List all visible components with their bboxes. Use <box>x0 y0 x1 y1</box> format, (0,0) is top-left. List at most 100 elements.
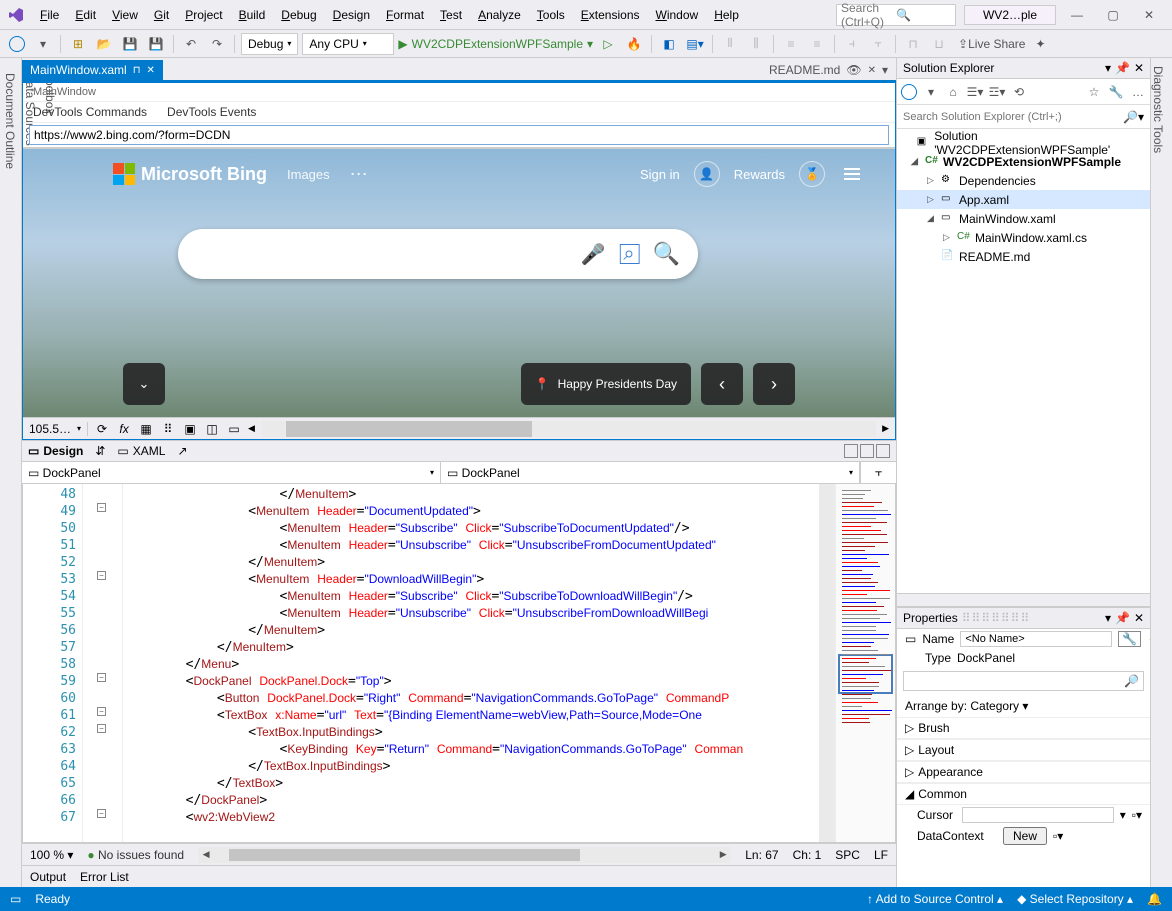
menu-build[interactable]: Build <box>231 4 274 26</box>
address-bar-input[interactable] <box>29 125 889 145</box>
mainwindow-xaml-node[interactable]: ◢▭MainWindow.xaml <box>897 209 1150 228</box>
rewards-medal-icon[interactable]: 🏅 <box>799 161 825 187</box>
align-icon-8[interactable]: ⊔ <box>928 33 950 55</box>
toolbar-icon-1[interactable]: ◧ <box>658 33 680 55</box>
menu-git[interactable]: Git <box>146 4 177 26</box>
align-icon-7[interactable]: ⊓ <box>902 33 924 55</box>
menu-window[interactable]: Window <box>648 4 707 26</box>
home-icon[interactable]: ⌂ <box>945 84 961 100</box>
solution-platform-dropdown[interactable]: Any CPU▾ <box>302 33 394 55</box>
split-vertical-icon[interactable] <box>844 444 858 458</box>
output-tab[interactable]: Output <box>30 870 66 884</box>
undo-button[interactable]: ↶ <box>180 33 202 55</box>
fwd-icon[interactable]: ▾ <box>923 84 939 100</box>
more-icon[interactable]: … <box>1130 84 1146 100</box>
menu-debug[interactable]: Debug <box>273 4 324 26</box>
designer-hscroll[interactable] <box>261 421 876 437</box>
menu-analyze[interactable]: Analyze <box>470 4 529 26</box>
properties-search-input[interactable]: 🔎 <box>903 671 1144 691</box>
show-all-icon[interactable]: ☆ <box>1086 84 1102 100</box>
devtools-commands-menu[interactable]: DevTools Commands <box>33 105 147 119</box>
align-icon-2[interactable]: ⫼ <box>745 33 767 55</box>
start-debugging-button[interactable]: ▶ WV2CDPExtensionWPFSample ▾ <box>398 33 593 55</box>
swap-panes-icon[interactable]: ⇵ <box>95 444 105 458</box>
xaml-tab[interactable]: ▭ XAML <box>117 444 165 458</box>
cat-common[interactable]: ◢Common <box>897 783 1150 805</box>
code-vscroll[interactable] <box>819 484 835 842</box>
menu-tools[interactable]: Tools <box>529 4 573 26</box>
panel-pin-icon[interactable]: 📌 <box>1115 611 1130 625</box>
search-icon[interactable]: 🔍 <box>653 241 680 267</box>
align-icon-4[interactable]: ≡ <box>806 33 828 55</box>
toolbar-icon-2[interactable]: ▤▾ <box>684 33 706 55</box>
close-tab-icon[interactable]: ✕ <box>147 65 155 76</box>
expand-down-button[interactable]: ⌄ <box>123 363 165 405</box>
bing-rewards-link[interactable]: Rewards <box>734 167 785 182</box>
select-repository-button[interactable]: ◆ Select Repository ▴ <box>1017 892 1133 906</box>
cat-layout[interactable]: ▷Layout <box>897 739 1150 761</box>
menu-format[interactable]: Format <box>378 4 432 26</box>
rail-diagnostic-tools[interactable]: Diagnostic Tools <box>1151 66 1165 887</box>
back-icon[interactable] <box>901 84 917 100</box>
app-xaml-node[interactable]: ▷▭App.xaml <box>897 190 1150 209</box>
solution-name-badge[interactable]: WV2…ple <box>964 5 1056 25</box>
align-icon-3[interactable]: ≡ <box>780 33 802 55</box>
solution-node[interactable]: ▣Solution 'WV2CDPExtensionWPFSample' <box>897 133 1150 152</box>
feedback-button[interactable]: ✦ <box>1029 33 1051 55</box>
menu-view[interactable]: View <box>104 4 146 26</box>
grid-icon[interactable]: ▦ <box>138 421 154 437</box>
panel-pin-icon[interactable]: 📌 <box>1115 61 1130 75</box>
editor-hscroll[interactable]: ◀▶ <box>198 847 731 863</box>
code-content[interactable]: </MenuItem> <MenuItem Header="DocumentUp… <box>123 484 819 842</box>
indent-indicator[interactable]: SPC <box>835 848 860 862</box>
reset-icon[interactable]: ▫▾ <box>1132 808 1142 822</box>
align-icon-6[interactable]: ⫟ <box>867 33 889 55</box>
hscroll-left-icon[interactable]: ◀ <box>248 423 255 434</box>
status-output-icon[interactable]: ▭ <box>10 892 21 906</box>
outline-strip[interactable]: − − − − − − <box>83 484 123 842</box>
menu-file[interactable]: File <box>32 4 67 26</box>
nav-forward-dropdown[interactable]: ▾ <box>32 33 54 55</box>
image-search-icon[interactable]: ⌕⃞ <box>623 243 634 266</box>
wrench-icon[interactable]: 🔧 <box>1118 631 1141 647</box>
issues-indicator[interactable]: ● No issues found <box>87 848 184 862</box>
search-icon[interactable]: 🔎▾ <box>1123 110 1144 124</box>
design-tab[interactable]: ▭ Design <box>28 444 83 458</box>
menu-design[interactable]: Design <box>325 4 378 26</box>
bing-more-icon[interactable]: ⋯ <box>350 164 368 185</box>
save-all-button[interactable]: 💾 <box>145 33 167 55</box>
hot-reload-button[interactable]: 🔥 <box>623 33 645 55</box>
user-avatar-icon[interactable]: 👤 <box>694 161 720 187</box>
project-node[interactable]: ◢C#WV2CDPExtensionWPFSample <box>897 152 1150 171</box>
save-button[interactable]: 💾 <box>119 33 141 55</box>
bing-caption-chip[interactable]: 📍 Happy Presidents Day <box>521 363 691 405</box>
live-share-button[interactable]: ⇪ Live Share <box>958 33 1025 55</box>
readme-node[interactable]: 📄README.md <box>897 247 1150 266</box>
code-minimap[interactable] <box>835 484 895 842</box>
fx-icon[interactable]: fx <box>116 421 132 437</box>
minimize-button[interactable]: ― <box>1062 4 1092 26</box>
menu-test[interactable]: Test <box>432 4 470 26</box>
zoom-dropdown[interactable]: 105.5… <box>29 422 71 436</box>
split-expand-icon[interactable] <box>876 444 890 458</box>
hamburger-menu-icon[interactable] <box>839 161 865 187</box>
menu-edit[interactable]: Edit <box>67 4 104 26</box>
nav-back-button[interactable] <box>6 33 28 55</box>
mic-icon[interactable]: 🎤 <box>580 242 605 267</box>
cursor-dropdown[interactable] <box>962 807 1114 823</box>
tab-mainwindow-xaml[interactable]: MainWindow.xaml ⊓ ✕ <box>22 60 163 80</box>
bing-images-link[interactable]: Images <box>287 167 330 182</box>
line-ending-indicator[interactable]: LF <box>874 848 888 862</box>
switch-views-icon[interactable]: ☰▾ <box>967 84 983 100</box>
bing-signin-link[interactable]: Sign in <box>640 167 680 182</box>
filter-icon[interactable]: ☲▾ <box>989 84 1005 100</box>
element-type-dropdown-right[interactable]: ▭ DockPanel▾ <box>441 462 860 483</box>
notifications-icon[interactable]: 🔔 <box>1147 892 1162 906</box>
properties-icon[interactable]: 🔧 <box>1108 84 1124 100</box>
devtools-events-menu[interactable]: DevTools Events <box>167 105 256 119</box>
tab-overflow-dropdown[interactable]: ▾ <box>882 63 888 77</box>
global-search-box[interactable]: Search (Ctrl+Q) 🔍 <box>836 4 956 26</box>
editor-zoom-dropdown[interactable]: 100 % ▾ <box>30 848 73 862</box>
solution-config-dropdown[interactable]: Debug▾ <box>241 33 298 55</box>
align-icon-1[interactable]: ⫴ <box>719 33 741 55</box>
